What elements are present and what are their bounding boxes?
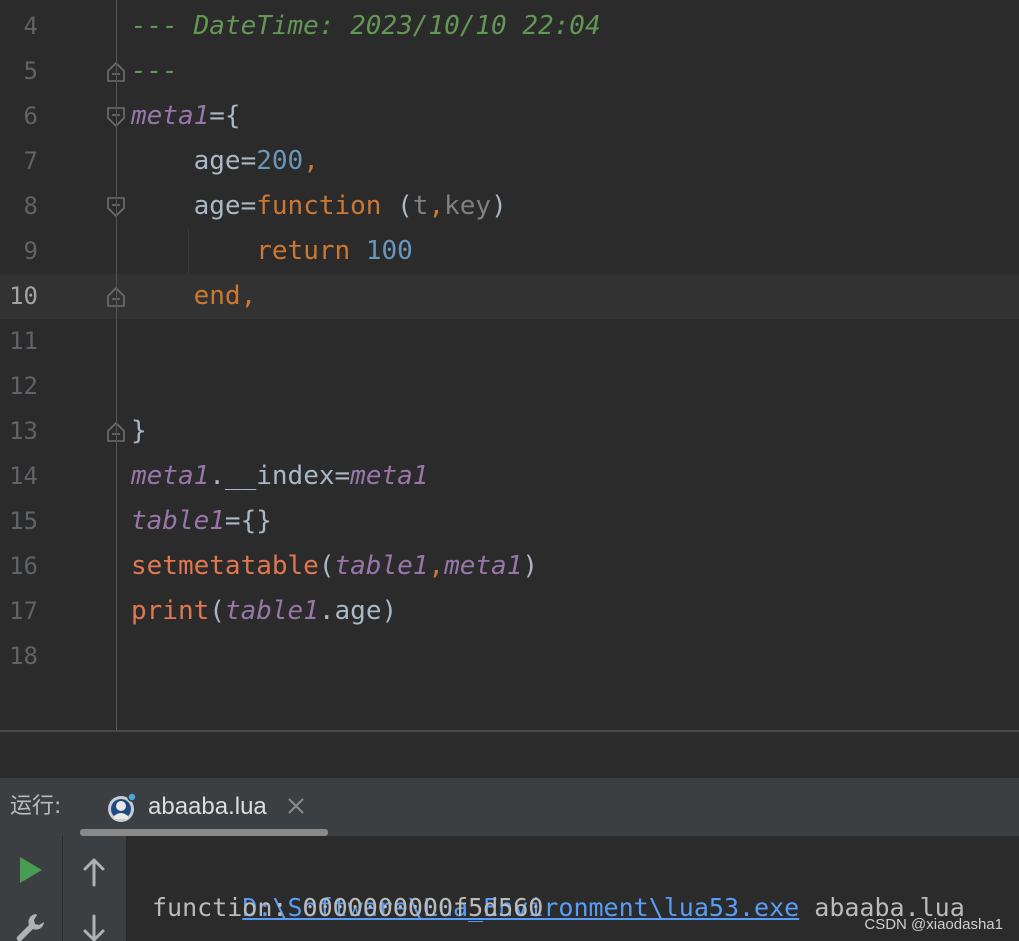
line-number[interactable]: 11	[0, 319, 38, 364]
code-text: end,	[193, 281, 257, 311]
watermark: CSDN @xiaodasha1	[864, 916, 1003, 933]
code-text: print(table1.age)	[131, 596, 398, 626]
run-toolbar	[0, 836, 126, 941]
code-text: age=function (t,key)	[131, 191, 507, 221]
line-number[interactable]: 14	[0, 454, 38, 499]
line-number[interactable]: 6	[0, 94, 38, 139]
toolbar-divider	[62, 836, 63, 941]
line-number[interactable]: 18	[0, 634, 38, 679]
console-output-line: function: 0000000000f5d560	[152, 893, 544, 922]
code-line[interactable]: 11	[0, 319, 1019, 364]
code-text: setmetatable(table1,meta1)	[131, 551, 539, 581]
run-tab-label: abaaba.lua	[148, 793, 267, 820]
code-line[interactable]: 6 meta1={	[0, 94, 1019, 139]
line-number[interactable]: 7	[0, 139, 38, 184]
line-number[interactable]: 13	[0, 409, 38, 454]
close-icon[interactable]	[284, 794, 308, 818]
arrow-down-icon[interactable]	[76, 912, 112, 941]
lua-run-config-icon	[106, 792, 138, 824]
code-line[interactable]: 5 ---	[0, 49, 1019, 94]
run-tool-window-header: 运行: abaaba.lua	[0, 778, 1019, 836]
code-line[interactable]: 14 meta1.__index=meta1	[0, 454, 1019, 499]
run-tab-abaaba[interactable]: abaaba.lua	[80, 778, 328, 836]
line-number[interactable]: 16	[0, 544, 38, 589]
run-tool-window: D:\Software\Lua_Environment\lua53.exe ab…	[0, 836, 1019, 941]
line-number[interactable]: 15	[0, 499, 38, 544]
line-number[interactable]: 4	[0, 4, 38, 49]
code-text: meta1={	[131, 101, 241, 131]
code-line[interactable]: 9 return 100	[0, 229, 1019, 274]
code-line[interactable]: 13}	[0, 409, 1019, 454]
code-line[interactable]: 17 print(table1.age)	[0, 589, 1019, 634]
code-text: }	[131, 416, 147, 446]
panel-splitter[interactable]	[0, 730, 1019, 778]
run-tab-active-indicator	[80, 829, 328, 836]
code-line[interactable]: 7 age=200,	[0, 139, 1019, 184]
run-panel-label: 运行:	[10, 794, 62, 819]
code-text: return 100	[256, 236, 413, 266]
line-number[interactable]: 10	[0, 274, 38, 319]
gutter-divider	[116, 0, 117, 730]
code-text: meta1.__index=meta1	[131, 461, 429, 491]
code-text: table1={}	[131, 506, 272, 536]
code-line[interactable]: 8 age=function (t,key)	[0, 184, 1019, 229]
code-line[interactable]: 10 end,	[0, 274, 1019, 319]
arrow-up-icon[interactable]	[76, 854, 112, 890]
code-text: age=200,	[131, 146, 319, 176]
indent-guide	[188, 229, 189, 274]
code-line[interactable]: 18	[0, 634, 1019, 679]
line-number[interactable]: 17	[0, 589, 38, 634]
code-editor[interactable]: 4 --- DateTime: 2023/10/10 22:04 5 --- 6 meta…	[0, 0, 1019, 730]
rerun-play-icon[interactable]	[12, 852, 48, 888]
code-line[interactable]: 15 table1={}	[0, 499, 1019, 544]
line-number[interactable]: 8	[0, 184, 38, 229]
line-number[interactable]: 5	[0, 49, 38, 94]
code-line[interactable]: 12	[0, 364, 1019, 409]
code-line[interactable]: 4 --- DateTime: 2023/10/10 22:04	[0, 4, 1019, 49]
console-command-line: D:\Software\Lua_Environment\lua53.exe ab…	[152, 840, 964, 922]
line-number[interactable]: 9	[0, 229, 38, 274]
wrench-icon[interactable]	[12, 910, 48, 941]
code-line[interactable]: 16 setmetatable(table1,meta1)	[0, 544, 1019, 589]
code-text: --- DateTime: 2023/10/10 22:04	[131, 11, 601, 41]
line-number[interactable]: 12	[0, 364, 38, 409]
code-text: ---	[131, 56, 178, 86]
